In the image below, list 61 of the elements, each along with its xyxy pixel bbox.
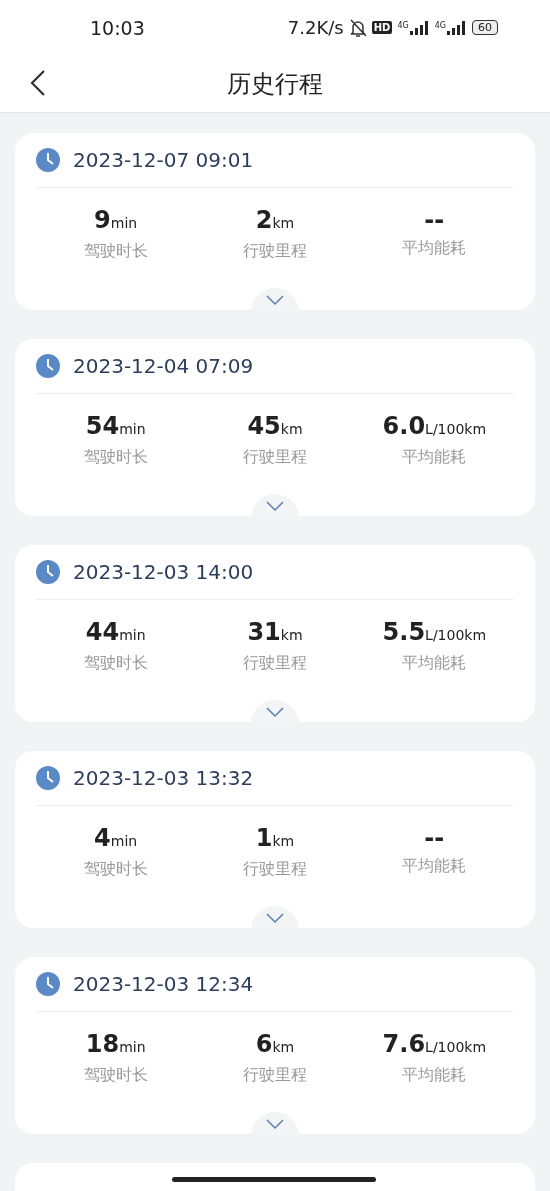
chevron-down-icon — [265, 294, 285, 306]
trip-card[interactable]: 2023-12-04 07:09 54min 驾驶时长 45 km 行驶里程 6.0L/100km 平均能耗 — [15, 339, 535, 516]
stat-label: 行驶里程 — [243, 859, 307, 880]
stat-label: 驾驶时长 — [83, 653, 148, 674]
stat-value: -- — [424, 824, 445, 852]
trip-card[interactable]: 2023-12-07 09:01 9 min 驾驶时长 2km 行驶里程 -- 平均能耗 — [15, 133, 535, 310]
stat-value: -- — [424, 206, 445, 234]
trip-card[interactable]: 2023-12-03 13:32 4min 驾驶时长 1km 行驶里程 -- 平均能耗 — [15, 751, 535, 928]
trip-datetime: 2023-12-03 12:34 — [73, 972, 254, 996]
stat-label: 行驶里程 — [243, 447, 307, 468]
trip-datetime: 2023-12-04 07:09 — [73, 354, 254, 378]
signal-icon — [447, 20, 467, 35]
hd-badge: HD — [371, 21, 393, 34]
chevron-down-icon — [265, 912, 285, 924]
stat-label: 驾驶时长 — [83, 859, 148, 880]
stat-value: 5.5L/100km — [382, 618, 487, 648]
back-icon[interactable] — [28, 69, 48, 97]
battery-level: 60 — [472, 20, 498, 35]
stat-label: 驾驶时长 — [83, 241, 148, 262]
chevron-down-icon — [265, 706, 285, 718]
clock-icon — [36, 972, 60, 996]
stat-label: 平均能耗 — [402, 1065, 467, 1086]
network-speed: 7.2K/s — [287, 17, 344, 38]
page-title: 历史行程 — [227, 68, 323, 100]
trip-datetime: 2023-12-03 14:00 — [73, 560, 254, 584]
trip-card[interactable]: 2023-12-03 14:00 44min 驾驶时长 31 km 行驶里程 5.5L/100km 平均能耗 — [15, 545, 535, 722]
trip-datetime: 2023-12-03 13:32 — [73, 766, 254, 790]
stat-value: 6.0L/100km — [382, 412, 487, 442]
bell-muted-icon — [348, 17, 367, 38]
stat-label: 平均能耗 — [402, 238, 467, 259]
stat-label: 驾驶时长 — [83, 447, 148, 468]
stat-label: 行驶里程 — [243, 241, 307, 262]
stat-value: 18min — [85, 1030, 146, 1060]
stat-value: 44min — [85, 618, 146, 648]
stat-label: 行驶里程 — [243, 653, 307, 674]
clock-icon — [36, 148, 60, 172]
trip-card[interactable]: 2023-12-03 12:34 18min 驾驶时长 6km 行驶里程 7.6L/100km 平均能耗 — [15, 957, 535, 1134]
clock-icon — [36, 354, 60, 378]
chevron-down-icon — [265, 500, 285, 512]
signal-icon — [409, 20, 430, 35]
stat-label: 行驶里程 — [243, 1065, 307, 1086]
stat-label: 平均能耗 — [402, 447, 467, 468]
stat-value: 4min — [94, 824, 138, 854]
stat-value: 45 km — [247, 412, 303, 442]
trip-datetime: 2023-12-07 09:01 — [73, 148, 254, 172]
stat-label: 平均能耗 — [402, 653, 467, 674]
network-type: 4G — [397, 20, 409, 30]
stat-value: 9 min — [94, 206, 138, 236]
stat-value: 6km — [255, 1030, 295, 1060]
stat-value: 1km — [255, 824, 295, 854]
status-time: 10:03 — [90, 16, 145, 39]
network-type: 4G — [434, 20, 446, 30]
stat-value: 31 km — [247, 618, 303, 648]
stat-value: 7.6L/100km — [382, 1030, 487, 1060]
stat-label: 平均能耗 — [402, 856, 467, 877]
stat-value: 2km — [255, 206, 295, 236]
clock-icon — [36, 560, 60, 584]
chevron-down-icon — [265, 1118, 285, 1130]
clock-icon — [36, 766, 60, 790]
stat-label: 驾驶时长 — [83, 1065, 148, 1086]
stat-value: 54min — [85, 412, 146, 442]
